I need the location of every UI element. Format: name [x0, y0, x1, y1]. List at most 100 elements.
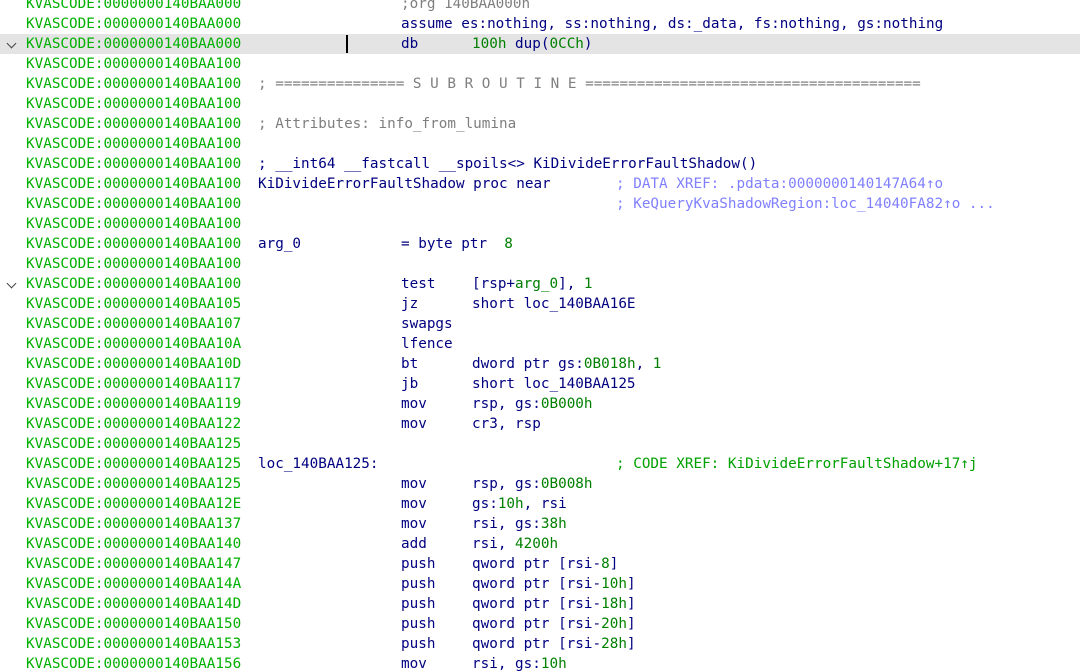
listing-line[interactable]: KVASCODE:0000000140BAA105 jz short loc_140…: [0, 294, 1080, 314]
line-address[interactable]: KVASCODE:0000000140BAA107: [26, 314, 241, 334]
line-address[interactable]: KVASCODE:0000000140BAA137: [26, 514, 241, 534]
listing-line[interactable]: KVASCODE:0000000140BAA100 arg_0 = byte ptr…: [0, 234, 1080, 254]
operand-var[interactable]: arg_0: [515, 276, 558, 292]
listing-line[interactable]: KVASCODE:0000000140BAA14A push qword ptr […: [0, 574, 1080, 594]
line-address[interactable]: KVASCODE:0000000140BAA14D: [26, 594, 241, 614]
listing-line[interactable]: KVASCODE:0000000140BAA100 ; Attributes: i…: [0, 114, 1080, 134]
mnemonic: test: [401, 276, 436, 292]
listing-line[interactable]: KVASCODE:0000000140BAA14D push qword ptr […: [0, 594, 1080, 614]
line-address[interactable]: KVASCODE:0000000140BAA000: [26, 14, 241, 34]
xref-comment[interactable]: ; DATA XREF: .pdata:0000000140147A64↑o: [616, 174, 943, 194]
listing-line[interactable]: KVASCODE:0000000140BAA000 assume es:nothi…: [0, 14, 1080, 34]
operands[interactable]: qword ptr [rsi-28h]: [472, 634, 636, 654]
listing-line[interactable]: KVASCODE:0000000140BAA117 jb short loc_140…: [0, 374, 1080, 394]
line-address[interactable]: KVASCODE:0000000140BAA150: [26, 614, 241, 634]
line-address[interactable]: KVASCODE:0000000140BAA100: [26, 134, 241, 154]
line-address[interactable]: KVASCODE:0000000140BAA122: [26, 414, 241, 434]
listing-line[interactable]: KVASCODE:0000000140BAA125 mov rsp, gs:0B00…: [0, 474, 1080, 494]
listing-line[interactable]: KVASCODE:0000000140BAA150 push qword ptr […: [0, 614, 1080, 634]
line-address[interactable]: KVASCODE:0000000140BAA10A: [26, 334, 241, 354]
line-address[interactable]: KVASCODE:0000000140BAA119: [26, 394, 241, 414]
listing-line[interactable]: KVASCODE:0000000140BAA100: [0, 254, 1080, 274]
operands[interactable]: qword ptr [rsi-18h]: [472, 594, 636, 614]
listing-line[interactable]: KVASCODE:0000000140BAA100: [0, 214, 1080, 234]
operands[interactable]: rsi, gs:38h: [472, 514, 567, 534]
line-address[interactable]: KVASCODE:0000000140BAA125: [26, 474, 241, 494]
operands[interactable]: gs:10h, rsi: [472, 494, 567, 514]
listing-line[interactable]: KVASCODE:0000000140BAA119 mov rsp, gs:0B00…: [0, 394, 1080, 414]
listing-line[interactable]: KVASCODE:0000000140BAA100 ; KeQueryKvaSha…: [0, 194, 1080, 214]
operands[interactable]: [rsp+arg_0], 1: [472, 274, 593, 294]
disassembly-listing[interactable]: KVASCODE:0000000140BAA000 ;org 140BAA000h…: [0, 0, 1080, 672]
line-address[interactable]: KVASCODE:0000000140BAA10D: [26, 354, 241, 374]
operands[interactable]: short loc_140BAA125: [472, 374, 636, 394]
line-address[interactable]: KVASCODE:0000000140BAA100: [26, 234, 241, 254]
operands[interactable]: dword ptr gs:0B018h, 1: [472, 354, 661, 374]
mnemonic: push: [401, 636, 436, 652]
operands[interactable]: rsi, 4200h: [472, 534, 558, 554]
line-address[interactable]: KVASCODE:0000000140BAA100: [26, 214, 241, 234]
operands[interactable]: short loc_140BAA16E: [472, 294, 636, 314]
listing-line[interactable]: KVASCODE:0000000140BAA107 swapgs: [0, 314, 1080, 334]
listing-line[interactable]: KVASCODE:0000000140BAA100 test [rsp+arg_0]…: [0, 274, 1080, 294]
operands[interactable]: cr3, rsp: [472, 414, 541, 434]
xref-comment[interactable]: ; CODE XREF: KiDivideErrorFaultShadow+17…: [616, 454, 978, 474]
gutter: [0, 94, 22, 114]
line-address[interactable]: KVASCODE:0000000140BAA100: [26, 174, 241, 194]
line-address[interactable]: KVASCODE:0000000140BAA100: [26, 74, 241, 94]
operands[interactable]: qword ptr [rsi-8]: [472, 554, 618, 574]
listing-line[interactable]: KVASCODE:0000000140BAA100 KiDivideErrorFa…: [0, 174, 1080, 194]
listing-line[interactable]: KVASCODE:0000000140BAA10D bt dword ptr gs:…: [0, 354, 1080, 374]
line-address[interactable]: KVASCODE:0000000140BAA100: [26, 154, 241, 174]
listing-line[interactable]: KVASCODE:0000000140BAA147 push qword ptr […: [0, 554, 1080, 574]
line-address[interactable]: KVASCODE:0000000140BAA147: [26, 554, 241, 574]
code-label[interactable]: KiDivideErrorFaultShadow proc near: [258, 174, 551, 194]
listing-line[interactable]: KVASCODE:0000000140BAA100: [0, 94, 1080, 114]
code-label[interactable]: loc_140BAA125:: [258, 454, 379, 474]
line-address[interactable]: KVASCODE:0000000140BAA156: [26, 654, 241, 672]
listing-line[interactable]: KVASCODE:0000000140BAA125 loc_140BAA125:;…: [0, 454, 1080, 474]
line-address[interactable]: KVASCODE:0000000140BAA000: [26, 34, 241, 54]
operands[interactable]: qword ptr [rsi-20h]: [472, 614, 636, 634]
line-address[interactable]: KVASCODE:0000000140BAA100: [26, 194, 241, 214]
listing-line[interactable]: KVASCODE:0000000140BAA156 mov rsi, gs:10h: [0, 654, 1080, 672]
listing-line[interactable]: KVASCODE:0000000140BAA100 ; __int64 __fas…: [0, 154, 1080, 174]
operands[interactable]: rsp, gs:0B008h: [472, 474, 593, 494]
chevron-down-icon[interactable]: [0, 34, 22, 54]
line-address[interactable]: KVASCODE:0000000140BAA125: [26, 434, 241, 454]
listing-line[interactable]: KVASCODE:0000000140BAA12E mov gs:10h, rsi: [0, 494, 1080, 514]
operands[interactable]: rsp, gs:0B000h: [472, 394, 593, 414]
line-address[interactable]: KVASCODE:0000000140BAA100: [26, 54, 241, 74]
listing-line[interactable]: KVASCODE:0000000140BAA100 ; =============…: [0, 74, 1080, 94]
listing-line[interactable]: KVASCODE:0000000140BAA153 push qword ptr […: [0, 634, 1080, 654]
line-address[interactable]: KVASCODE:0000000140BAA100: [26, 274, 241, 294]
operands[interactable]: qword ptr [rsi-10h]: [472, 574, 636, 594]
chevron-down-icon[interactable]: [0, 274, 22, 294]
line-address[interactable]: KVASCODE:0000000140BAA153: [26, 634, 241, 654]
listing-line[interactable]: KVASCODE:0000000140BAA10A lfence: [0, 334, 1080, 354]
line-address[interactable]: KVASCODE:0000000140BAA100: [26, 94, 241, 114]
line-address[interactable]: KVASCODE:0000000140BAA100: [26, 254, 241, 274]
stack-var-label[interactable]: arg_0: [258, 234, 301, 254]
operands[interactable]: rsi, gs:10h: [472, 654, 567, 672]
xref-comment[interactable]: ; KeQueryKvaShadowRegion:loc_14040FA82↑o…: [616, 194, 995, 214]
listing-line[interactable]: KVASCODE:0000000140BAA137 mov rsi, gs:38h: [0, 514, 1080, 534]
listing-line[interactable]: KVASCODE:0000000140BAA125: [0, 434, 1080, 454]
line-address[interactable]: KVASCODE:0000000140BAA125: [26, 454, 241, 474]
line-address[interactable]: KVASCODE:0000000140BAA100: [26, 114, 241, 134]
listing-line[interactable]: KVASCODE:0000000140BAA000 db 100h dup(0CCh…: [0, 34, 1080, 54]
line-address[interactable]: KVASCODE:0000000140BAA140: [26, 534, 241, 554]
operand-number: 10h: [601, 576, 627, 592]
listing-line[interactable]: KVASCODE:0000000140BAA000 ;org 140BAA000h: [0, 0, 1080, 14]
line-address[interactable]: KVASCODE:0000000140BAA14A: [26, 574, 241, 594]
gutter: [0, 314, 22, 334]
line-address[interactable]: KVASCODE:0000000140BAA117: [26, 374, 241, 394]
line-address[interactable]: KVASCODE:0000000140BAA12E: [26, 494, 241, 514]
line-address[interactable]: KVASCODE:0000000140BAA000: [26, 0, 241, 14]
listing-line[interactable]: KVASCODE:0000000140BAA100: [0, 134, 1080, 154]
line-address[interactable]: KVASCODE:0000000140BAA105: [26, 294, 241, 314]
listing-line[interactable]: KVASCODE:0000000140BAA122 mov cr3, rsp: [0, 414, 1080, 434]
gutter: [0, 374, 22, 394]
listing-line[interactable]: KVASCODE:0000000140BAA140 add rsi, 4200h: [0, 534, 1080, 554]
listing-line[interactable]: KVASCODE:0000000140BAA100: [0, 54, 1080, 74]
